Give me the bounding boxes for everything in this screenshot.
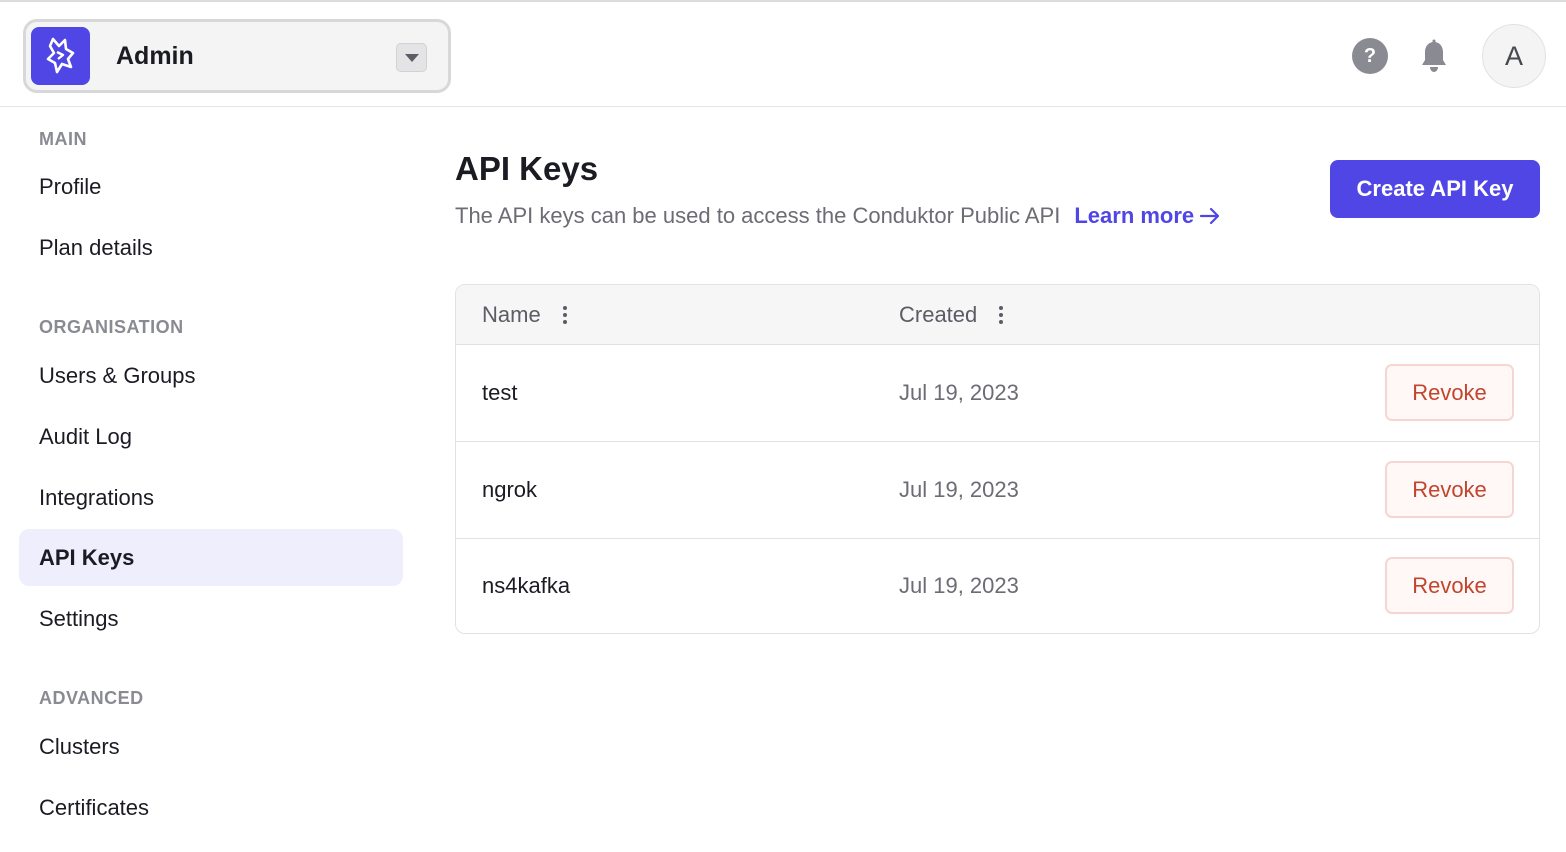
- top-header: Admin ? A: [0, 4, 1566, 107]
- section-title-main: MAIN: [39, 129, 87, 149]
- learn-more-label: Learn more: [1074, 203, 1195, 228]
- table-row: test Jul 19, 2023 Revoke: [456, 345, 1539, 442]
- column-menu-icon[interactable]: [559, 302, 571, 328]
- sidebar-item-plan-details[interactable]: Plan details: [19, 219, 403, 276]
- table-header: Name Created: [456, 285, 1539, 345]
- sidebar-item-clusters[interactable]: Clusters: [19, 718, 403, 775]
- column-created-label: Created: [899, 302, 978, 327]
- revoke-button[interactable]: Revoke: [1385, 557, 1514, 614]
- sidebar-item-api-keys[interactable]: API Keys: [19, 529, 403, 586]
- bell-icon[interactable]: [1416, 38, 1452, 74]
- learn-more-link[interactable]: Learn more: [1074, 203, 1221, 229]
- sidebar-item-integrations[interactable]: Integrations: [19, 469, 403, 526]
- sidebar-item-users-groups[interactable]: Users & Groups: [19, 347, 403, 404]
- page-title: API Keys: [455, 150, 599, 187]
- column-header-name: Name: [482, 285, 571, 345]
- section-title-advanced: ADVANCED: [39, 688, 144, 708]
- key-created-date: Jul 19, 2023: [899, 573, 1019, 598]
- user-avatar[interactable]: A: [1482, 24, 1546, 88]
- sidebar-item-audit-log[interactable]: Audit Log: [19, 408, 403, 465]
- table-row: ns4kafka Jul 19, 2023 Revoke: [456, 538, 1539, 633]
- column-name-label: Name: [482, 302, 541, 327]
- api-keys-table: Name Created test Jul 19, 2023 Revoke ng…: [455, 284, 1540, 634]
- create-api-key-button[interactable]: Create API Key: [1330, 160, 1540, 218]
- conduktor-logo-icon: [31, 27, 90, 85]
- key-name: ngrok: [482, 477, 538, 502]
- column-header-created: Created: [899, 285, 1007, 345]
- column-menu-icon[interactable]: [995, 302, 1007, 328]
- key-name: test: [482, 380, 518, 405]
- key-created-date: Jul 19, 2023: [899, 380, 1019, 405]
- key-name: ns4kafka: [482, 573, 571, 598]
- revoke-button[interactable]: Revoke: [1385, 364, 1514, 421]
- description-text: The API keys can be used to access the C…: [455, 203, 1061, 228]
- organization-name: Admin: [116, 41, 194, 70]
- sidebar-item-certificates[interactable]: Certificates: [19, 779, 403, 836]
- page-description: The API keys can be used to access the C…: [455, 203, 1221, 229]
- revoke-button[interactable]: Revoke: [1385, 461, 1514, 518]
- organization-switcher[interactable]: Admin: [23, 19, 451, 93]
- sidebar-item-settings[interactable]: Settings: [19, 590, 403, 647]
- sidebar-item-profile[interactable]: Profile: [19, 158, 403, 215]
- table-row: ngrok Jul 19, 2023 Revoke: [456, 442, 1539, 539]
- section-title-organisation: ORGANISATION: [39, 317, 184, 337]
- key-created-date: Jul 19, 2023: [899, 477, 1019, 502]
- arrow-right-icon: [1200, 207, 1220, 225]
- sidebar: MAIN Profile Plan details ORGANISATION U…: [0, 108, 420, 852]
- chevron-down-icon[interactable]: [396, 43, 427, 72]
- help-icon[interactable]: ?: [1352, 38, 1388, 74]
